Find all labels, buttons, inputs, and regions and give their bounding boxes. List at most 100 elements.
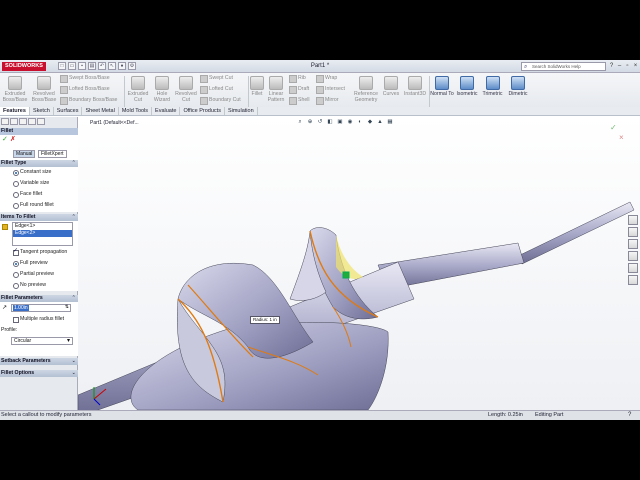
expand-icon[interactable]: ⌄ xyxy=(72,358,76,365)
tab-simulation[interactable]: Simulation xyxy=(225,107,258,115)
tangent-propagation-checkbox[interactable]: Tangent propagation xyxy=(12,248,67,256)
selection-handle[interactable] xyxy=(342,271,350,279)
revolved-boss-button[interactable]: Revolved Boss/Base xyxy=(30,76,58,103)
instant3d-button[interactable]: Instant3D xyxy=(402,76,428,97)
linear-pattern-button[interactable]: Linear Pattern xyxy=(265,76,287,103)
collapse-icon[interactable]: ⌃ xyxy=(72,295,76,302)
tab-features[interactable]: Features xyxy=(0,107,30,115)
dimxpert-tab-icon[interactable] xyxy=(28,118,36,125)
wrap-button[interactable]: Wrap xyxy=(316,74,337,83)
normal-to-icon xyxy=(435,76,449,90)
edit-appearance-icon[interactable]: ◆ xyxy=(366,119,374,126)
hole-wizard-button[interactable]: Hole Wizard xyxy=(151,76,173,103)
fillet-button[interactable]: Fillet xyxy=(250,76,264,97)
partial-preview-radio[interactable]: Partial preview xyxy=(12,271,54,278)
rib-button[interactable]: Rib xyxy=(289,74,306,83)
lofted-boss-button[interactable]: Lofted Boss/Base xyxy=(60,85,110,94)
tab-sketch[interactable]: Sketch xyxy=(30,107,54,115)
isometric-button[interactable]: Isometric xyxy=(454,76,480,97)
swept-boss-button[interactable]: Swept Boss/Base xyxy=(60,74,110,83)
intersect-button[interactable]: Intersect xyxy=(316,85,345,94)
shell-button[interactable]: Shell xyxy=(289,96,310,105)
tab-evaluate[interactable]: Evaluate xyxy=(152,107,181,115)
cancel-icon[interactable]: ✗ xyxy=(10,135,16,143)
constant-size-radio[interactable]: Constant size xyxy=(12,169,51,176)
mirror-button[interactable]: Mirror xyxy=(316,96,339,105)
extruded-cut-button[interactable]: Extruded Cut xyxy=(126,76,150,103)
cancel-x-icon[interactable]: × xyxy=(619,133,624,142)
fillet-options-header[interactable]: Fillet Options ⌄ xyxy=(0,370,78,377)
radius-callout[interactable]: Radius: 1 in xyxy=(250,316,280,324)
auger-model[interactable] xyxy=(77,117,640,418)
manual-tab[interactable]: Manual xyxy=(13,150,36,158)
setback-parameters-header[interactable]: Setback Parameters ⌄ xyxy=(0,358,78,365)
filletxpert-tab[interactable]: FilletXpert xyxy=(38,150,67,158)
close-icon[interactable]: × xyxy=(632,61,639,71)
variable-size-radio[interactable]: Variable size xyxy=(12,180,49,187)
ok-icon[interactable]: ✓ xyxy=(2,135,8,143)
tab-sheet-metal[interactable]: Sheet Metal xyxy=(82,107,119,115)
edge-selection-list[interactable]: Edge<1> Edge<2> xyxy=(12,222,73,246)
revolved-cut-button[interactable]: Revolved Cut xyxy=(174,76,198,103)
dimetric-button[interactable]: Dimetric xyxy=(505,76,531,97)
display-style-icon[interactable]: ◉ xyxy=(346,119,354,126)
file-explorer-icon[interactable] xyxy=(628,239,638,249)
draft-button[interactable]: Draft xyxy=(289,85,309,94)
help-icon[interactable]: ? xyxy=(608,61,615,71)
no-preview-radio[interactable]: No preview xyxy=(12,282,46,289)
expand-icon[interactable]: ⌄ xyxy=(72,370,76,377)
resources-icon[interactable] xyxy=(628,215,638,225)
previous-view-icon[interactable]: ↺ xyxy=(316,119,324,126)
help-search-input[interactable]: ⌕ Search SolidWorks Help xyxy=(521,62,606,71)
multiple-radius-checkbox[interactable]: Multiple radius fillet xyxy=(12,316,64,323)
fillet-parameters-header[interactable]: Fillet Parameters ⌃ xyxy=(0,295,78,302)
normal-to-button[interactable]: Normal To xyxy=(430,76,454,97)
graphics-area[interactable]: Part1 (Default<<Def... Radius: 1 in ✓ × xyxy=(77,117,640,418)
collapse-icon[interactable]: ⌃ xyxy=(72,160,76,167)
curves-button[interactable]: Curves xyxy=(381,76,401,97)
collapse-icon[interactable]: ⌃ xyxy=(72,214,76,221)
trimetric-button[interactable]: Trimetric xyxy=(480,76,505,97)
items-to-fillet-header[interactable]: Items To Fillet ⌃ xyxy=(0,214,78,221)
display-manager-tab-icon[interactable] xyxy=(37,118,45,125)
feature-tree-flyout[interactable]: Part1 (Default<<Def... xyxy=(90,120,139,126)
section-view-icon[interactable]: ◧ xyxy=(326,119,334,126)
property-manager-tab-icon[interactable] xyxy=(10,118,18,125)
spin-icon[interactable]: ⇅ xyxy=(65,304,69,310)
appearances-icon[interactable] xyxy=(628,263,638,273)
tab-office-products[interactable]: Office Products xyxy=(180,107,225,115)
swept-cut-button[interactable]: Swept Cut xyxy=(200,74,233,83)
apply-scene-icon[interactable]: ▲ xyxy=(376,119,384,126)
restore-icon[interactable]: ▫ xyxy=(624,61,631,71)
view-orientation-icon[interactable]: ▣ xyxy=(336,119,344,126)
help-status-icon[interactable]: ? xyxy=(628,411,631,420)
panel-actions: ✓ ✗ xyxy=(0,135,78,146)
minimize-icon[interactable]: – xyxy=(616,61,623,71)
list-item[interactable]: Edge<1> xyxy=(13,223,72,230)
face-fillet-radio[interactable]: Face fillet xyxy=(12,191,42,198)
view-settings-icon[interactable]: ▦ xyxy=(386,119,394,126)
shaft-tip[interactable] xyxy=(517,201,635,265)
boundary-boss-button[interactable]: Boundary Boss/Base xyxy=(60,96,117,105)
extruded-boss-button[interactable]: Extruded Boss/Base xyxy=(2,76,28,103)
lofted-cut-button[interactable]: Lofted Cut xyxy=(200,85,233,94)
full-preview-radio[interactable]: Full preview xyxy=(12,260,48,267)
configuration-tab-icon[interactable] xyxy=(19,118,27,125)
profile-select[interactable]: Circular xyxy=(11,337,73,345)
zoom-area-icon[interactable]: ⊕ xyxy=(306,119,314,126)
custom-properties-icon[interactable] xyxy=(628,275,638,285)
reference-geometry-button[interactable]: Reference Geometry xyxy=(351,76,381,103)
list-item[interactable]: Edge<2> xyxy=(13,230,72,237)
view-palette-icon[interactable] xyxy=(628,251,638,261)
design-library-icon[interactable] xyxy=(628,227,638,237)
zoom-to-fit-icon[interactable]: ⌕ xyxy=(296,119,304,126)
hide-show-icon[interactable]: ◐ xyxy=(356,119,364,126)
full-round-fillet-radio[interactable]: Full round fillet xyxy=(12,202,54,209)
fillet-type-header[interactable]: Fillet Type ⌃ xyxy=(0,160,78,167)
ok-check-icon[interactable]: ✓ xyxy=(610,123,617,132)
feature-tree-tab-icon[interactable] xyxy=(1,118,9,125)
radius-input[interactable]: 1.00in ⇅ xyxy=(11,304,71,312)
tab-mold-tools[interactable]: Mold Tools xyxy=(119,107,153,115)
tab-surfaces[interactable]: Surfaces xyxy=(54,107,83,115)
boundary-cut-button[interactable]: Boundary Cut xyxy=(200,96,241,105)
